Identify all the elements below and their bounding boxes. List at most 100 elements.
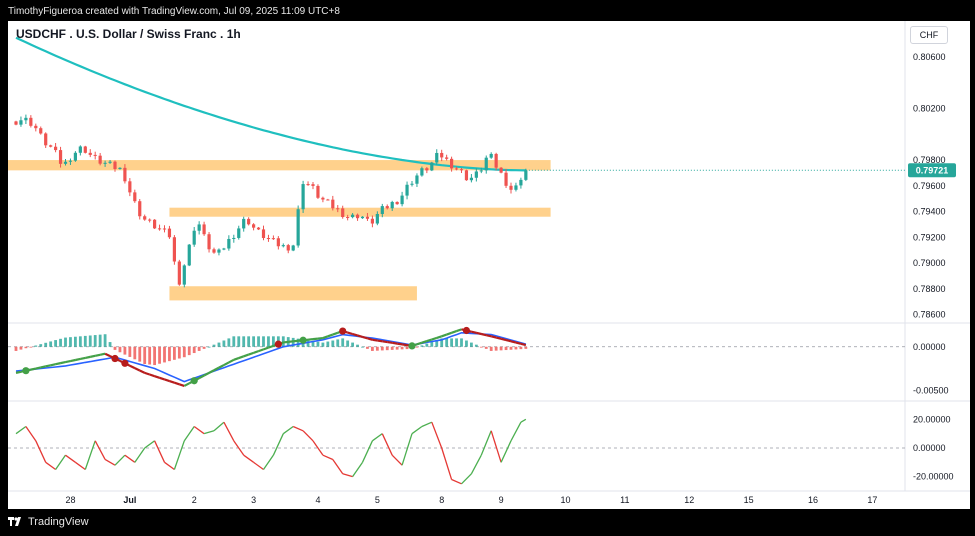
macd-histogram-bar <box>177 346 181 359</box>
macd-line-segment <box>35 366 41 370</box>
candle-body <box>153 219 157 229</box>
candle-body <box>98 155 102 164</box>
oscillator-line-segment <box>520 418 527 423</box>
oscillator-line-segment <box>372 433 383 442</box>
macd-histogram-bar <box>455 338 458 347</box>
oscillator-line-segment <box>253 461 264 471</box>
macd-histogram-bar <box>470 342 473 347</box>
macd-line-segment <box>322 335 329 340</box>
macd-histogram-bar <box>222 340 226 347</box>
macd-axis-tick-label: -0.00500 <box>913 385 949 395</box>
macd-line-segment <box>332 331 339 336</box>
macd-cross-marker <box>462 326 471 335</box>
macd-histogram-bar <box>509 346 513 350</box>
candle-body <box>420 168 424 176</box>
macd-line-segment <box>75 357 81 362</box>
time-axis-tick-label: 3 <box>251 495 256 505</box>
macd-histogram-bar <box>420 345 424 347</box>
macd-line-segment <box>70 358 76 363</box>
macd-histogram-bar <box>425 343 429 347</box>
macd-histogram-bar <box>217 342 221 347</box>
macd-histogram-bar <box>182 346 186 358</box>
time-axis-tick-label: 16 <box>808 495 818 505</box>
time-axis-tick-label: 2 <box>192 495 197 505</box>
price-axis-tick-label: 0.78800 <box>913 284 946 294</box>
macd-histogram-bar <box>158 346 161 364</box>
candle-body <box>34 125 38 129</box>
macd-histogram-bar <box>405 346 409 350</box>
macd-histogram-bar <box>499 346 503 351</box>
candle-body <box>385 206 389 209</box>
oscillator-line-segment <box>490 430 502 463</box>
chart-area[interactable]: 0.79721 0.80600 0.80200 0.79800 0.79600 0.794… <box>8 21 970 509</box>
macd-line-segment <box>80 356 86 361</box>
macd-line-segment <box>99 352 106 356</box>
macd-histogram-bar <box>336 339 340 347</box>
candle-body <box>78 146 82 153</box>
candle-body <box>489 153 493 158</box>
macd-histogram-bar <box>173 346 176 360</box>
macd-histogram-bar <box>103 334 107 347</box>
macd-histogram-bar <box>247 336 251 347</box>
candle-body <box>118 167 122 170</box>
macd-histogram-bar <box>465 340 468 347</box>
candle-body <box>326 199 330 201</box>
macd-histogram-bar <box>93 335 97 347</box>
time-axis-tick-label: 8 <box>439 495 444 505</box>
candle-body <box>88 152 92 155</box>
candle-body <box>405 184 409 196</box>
macd-histogram-bar <box>227 338 231 347</box>
macd-line-segment <box>144 371 150 376</box>
time-axis-tick-label: 17 <box>867 495 877 505</box>
macd-cross-marker <box>339 327 347 335</box>
macd-line-segment <box>55 362 61 366</box>
macd-histogram-bar <box>524 346 528 349</box>
candle-body <box>375 214 379 224</box>
candle-body <box>266 238 271 240</box>
macd-histogram-bar <box>321 342 325 347</box>
macd-line-segment <box>288 340 294 343</box>
macd-histogram-bar <box>59 338 62 347</box>
macd-histogram-bar <box>44 342 48 347</box>
candle-body <box>58 150 63 164</box>
chart-svg[interactable]: 0.79721 0.80600 0.80200 0.79800 0.79600 0.794… <box>8 21 970 509</box>
price-axis-tick-label: 0.79200 <box>913 232 946 242</box>
candle-body <box>242 218 246 229</box>
macd-histogram-bar <box>262 336 265 347</box>
macd-line-segment <box>179 383 185 387</box>
oscillator-line-segment <box>500 440 512 463</box>
macd-histogram-bar <box>380 346 384 351</box>
candle-body <box>44 133 48 146</box>
currency-label[interactable]: CHF <box>910 26 948 44</box>
macd-line-segment <box>238 355 245 360</box>
time-axis-tick-label: 11 <box>620 495 629 505</box>
oscillator-line-segment <box>451 478 462 485</box>
oscillator-line-segment <box>35 440 47 463</box>
macd-histogram-bar <box>351 342 354 347</box>
price-axis-tick-label: 0.79800 <box>913 155 946 165</box>
oscillator-line-segment <box>480 430 492 456</box>
macd-line-segment <box>372 338 378 342</box>
macd-line-segment <box>169 379 175 384</box>
candle-body <box>281 245 285 247</box>
macd-histogram-bar <box>479 346 483 348</box>
oscillator-line-segment <box>401 433 413 466</box>
candle-body <box>474 171 478 178</box>
price-axis-tick-label: 0.79600 <box>913 181 946 191</box>
candle-body <box>24 117 28 121</box>
macd-histogram-bar <box>232 336 236 347</box>
macd-line-segment <box>382 340 388 344</box>
macd-histogram-bar <box>187 346 191 356</box>
macd-histogram-bar <box>484 346 488 349</box>
price-axis-tick-label: 0.78600 <box>913 310 946 320</box>
candle-body <box>484 157 488 171</box>
macd-line-segment <box>327 333 334 338</box>
macd-line-segment <box>317 336 324 340</box>
candle-body <box>390 201 394 209</box>
price-axis-tick-label: 0.80600 <box>913 52 946 62</box>
candle-body <box>336 208 340 210</box>
time-axis-tick-label: 28 <box>65 495 75 505</box>
macd-histogram-bar <box>371 346 374 351</box>
macd-cross-marker <box>190 377 198 385</box>
macd-line-segment <box>233 357 240 361</box>
